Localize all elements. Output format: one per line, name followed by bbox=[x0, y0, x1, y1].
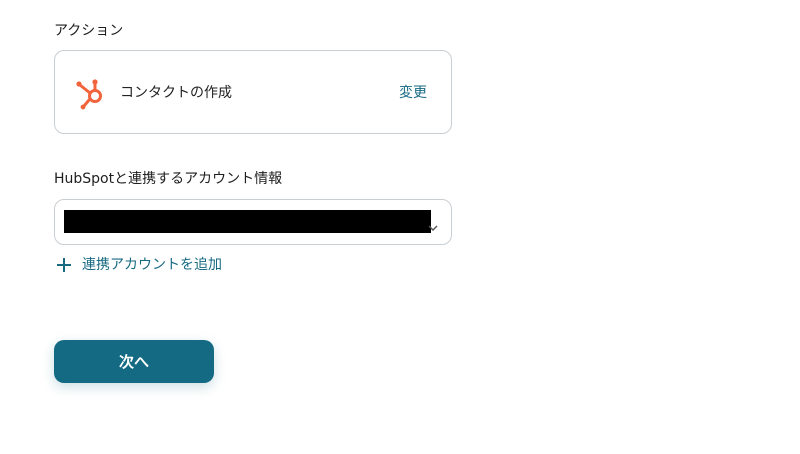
plus-icon bbox=[54, 255, 74, 275]
action-card: コンタクトの作成 変更 bbox=[54, 50, 452, 134]
hubspot-logo-icon bbox=[73, 76, 107, 110]
redacted-account-block bbox=[64, 210, 431, 233]
add-account-label: 連携アカウントを追加 bbox=[82, 257, 222, 273]
action-name: コンタクトの作成 bbox=[120, 85, 232, 101]
account-section-label: HubSpotと連携するアカウント情報 bbox=[54, 171, 283, 187]
add-account-link[interactable]: 連携アカウントを追加 bbox=[54, 255, 222, 275]
change-action-link[interactable]: 変更 bbox=[399, 84, 427, 102]
next-button[interactable]: 次へ bbox=[54, 340, 214, 383]
page: アクション コンタクトの作成 変更 HubSpotと連携するアカウント情報 連携… bbox=[0, 0, 800, 454]
action-section-label: アクション bbox=[54, 23, 124, 39]
chevron-down-icon bbox=[428, 217, 438, 231]
account-select[interactable] bbox=[54, 199, 452, 245]
